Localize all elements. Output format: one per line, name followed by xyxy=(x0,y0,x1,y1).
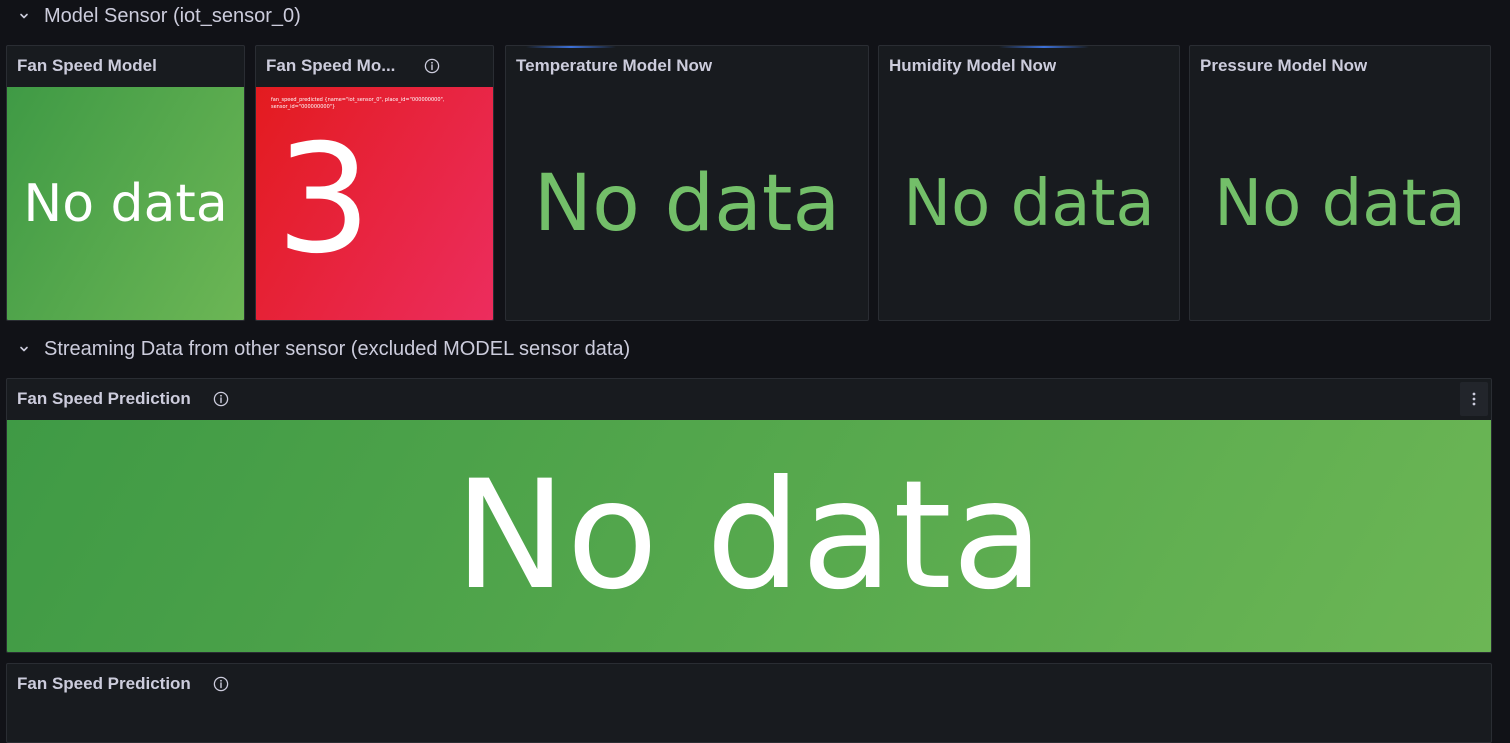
panel-title: Fan Speed Prediction xyxy=(17,674,191,693)
panel-header[interactable]: Temperature Model Now xyxy=(506,46,868,86)
panel-header[interactable]: Fan Speed Model xyxy=(7,46,244,86)
stat-body: No data xyxy=(879,87,1179,320)
stat-value: No data xyxy=(454,449,1044,623)
row-title: Model Sensor (iot_sensor_0) xyxy=(44,4,301,27)
stat-value: No data xyxy=(1214,166,1466,241)
stat-value: No data xyxy=(903,166,1155,241)
row-title: Streaming Data from other sensor (exclud… xyxy=(44,337,631,360)
chevron-down-icon xyxy=(14,6,34,26)
stat-value: No data xyxy=(23,173,228,234)
panel-header[interactable]: Humidity Model Now xyxy=(879,46,1179,86)
stat-body: No data xyxy=(506,87,868,320)
panel-header[interactable]: Fan Speed Prediction xyxy=(7,379,1491,419)
panel-header[interactable]: Fan Speed Prediction xyxy=(7,664,1491,704)
panel-title: Humidity Model Now xyxy=(889,56,1057,75)
panel-fan-speed-model-2[interactable]: Fan Speed Mo... fan_speed_predicted {nam… xyxy=(255,45,494,321)
panel-humidity-model-now[interactable]: Humidity Model Now No data xyxy=(878,45,1180,321)
panel-header[interactable]: Fan Speed Mo... xyxy=(256,46,493,86)
panel-fan-speed-prediction-2[interactable]: Fan Speed Prediction xyxy=(6,663,1492,743)
info-icon[interactable] xyxy=(212,675,230,693)
stat-body: No data xyxy=(1190,87,1490,320)
panel-title: Fan Speed Model xyxy=(17,56,157,75)
panel-header[interactable]: Pressure Model Now xyxy=(1190,46,1490,86)
info-icon[interactable] xyxy=(423,57,441,75)
panel-title: Temperature Model Now xyxy=(516,56,713,75)
stat-body: No data xyxy=(7,87,244,320)
panel-pressure-model-now[interactable]: Pressure Model Now No data xyxy=(1189,45,1491,321)
stat-body: No data xyxy=(7,420,1491,652)
series-label: fan_speed_predicted {name="iot_sensor_0"… xyxy=(271,97,445,110)
stat-value: No data xyxy=(533,158,841,249)
panel-title: Fan Speed Mo... xyxy=(266,56,396,75)
panel-fan-speed-prediction[interactable]: Fan Speed Prediction No data xyxy=(6,378,1492,653)
panel-title: Pressure Model Now xyxy=(1200,56,1368,75)
row-header-model-sensor[interactable]: Model Sensor (iot_sensor_0) xyxy=(14,1,301,31)
panel-temperature-model-now[interactable]: Temperature Model Now No data xyxy=(505,45,869,321)
kebab-menu-icon[interactable] xyxy=(1460,382,1488,416)
panel-title: Fan Speed Prediction xyxy=(17,389,191,408)
chevron-down-icon xyxy=(14,339,34,359)
stat-body: fan_speed_predicted {name="iot_sensor_0"… xyxy=(256,87,493,320)
panel-fan-speed-model[interactable]: Fan Speed Model No data xyxy=(6,45,245,321)
info-icon[interactable] xyxy=(212,390,230,408)
stat-value: 3 xyxy=(276,113,372,287)
row-header-streaming-data[interactable]: Streaming Data from other sensor (exclud… xyxy=(14,334,630,364)
